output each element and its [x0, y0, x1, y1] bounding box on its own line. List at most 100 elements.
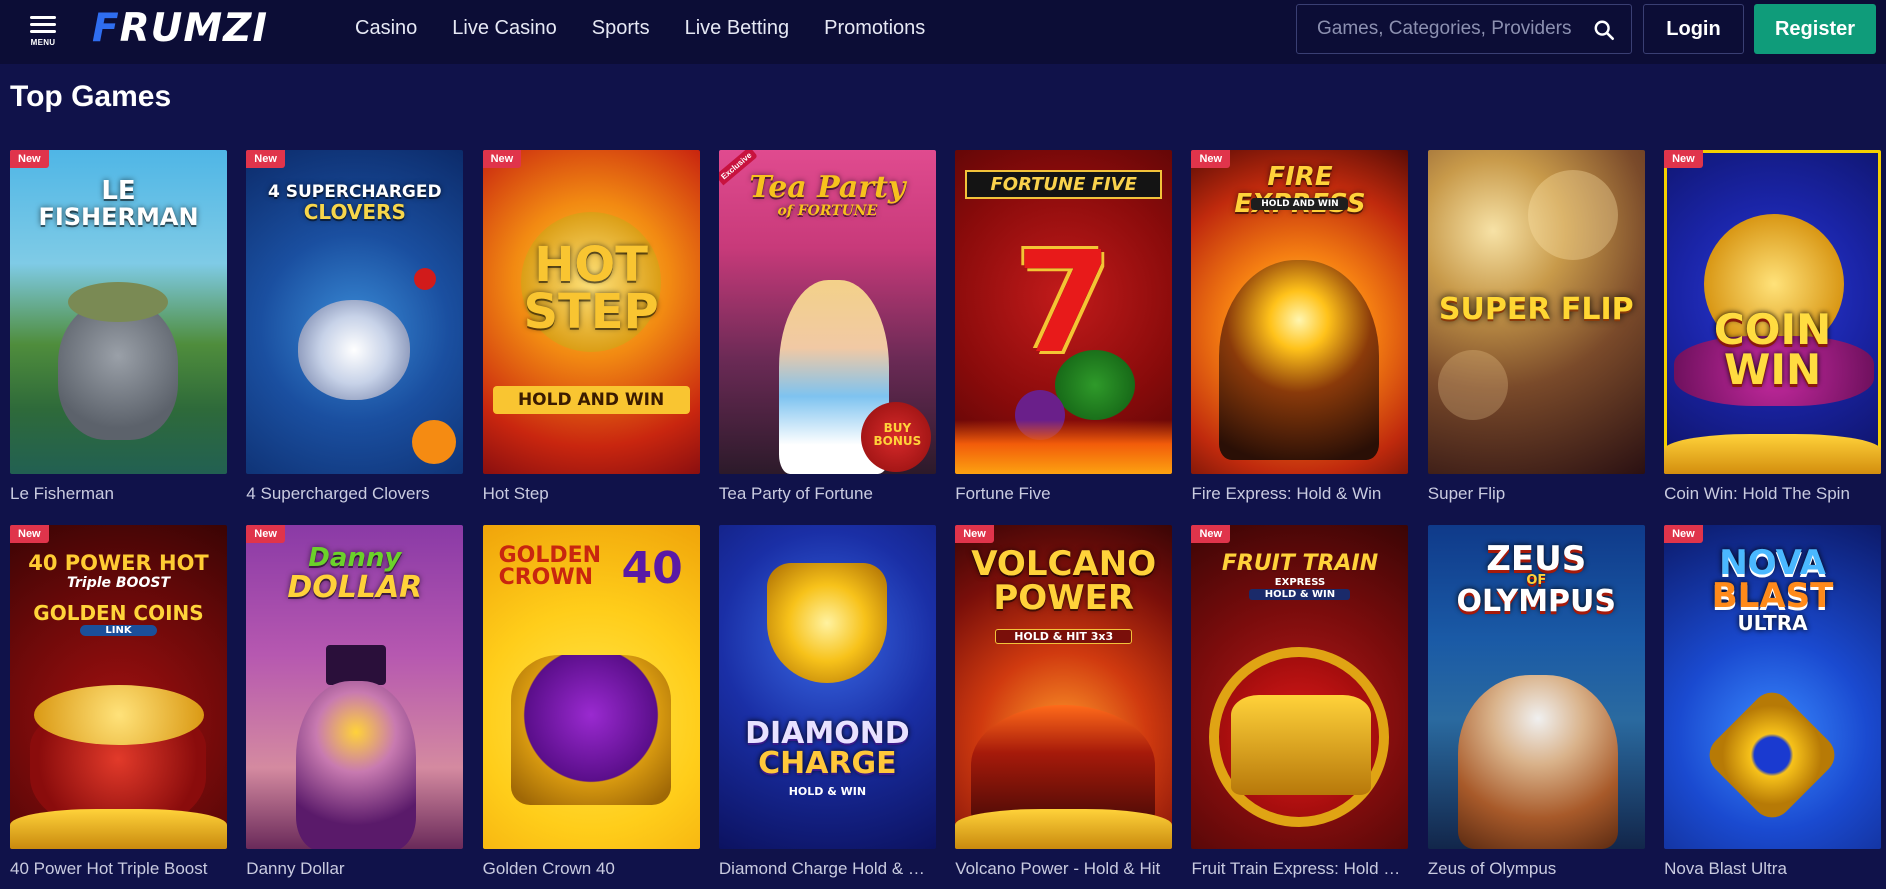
hat-icon	[68, 282, 168, 322]
logo-text: RUMZI	[119, 6, 268, 51]
login-button[interactable]: Login	[1643, 4, 1744, 54]
game-thumbnail[interactable]: New Danny DOLLAR	[246, 525, 464, 849]
game-name[interactable]: Tea Party of Fortune	[719, 484, 936, 504]
game-thumbnail[interactable]: FORTUNE FIVE 7	[955, 150, 1173, 474]
game-name[interactable]: Le Fisherman	[10, 484, 227, 504]
main-nav: Casino Live Casino Sports Live Betting P…	[355, 0, 960, 56]
game-thumbnail[interactable]: New NOVA BLAST ULTRA	[1664, 525, 1882, 849]
thumb-text: STEP	[523, 284, 659, 341]
game-card-le-fisherman[interactable]: New LE FISHERMAN Le Fisherman	[10, 150, 227, 507]
frumzi-logo[interactable]: FRUMZI	[92, 7, 268, 51]
game-thumbnail[interactable]: New 4 SUPERCHARGED CLOVERS	[246, 150, 464, 474]
game-name[interactable]: Danny Dollar	[246, 859, 463, 879]
thumbnail-title: LE FISHERMAN	[16, 176, 221, 230]
nav-casino[interactable]: Casino	[355, 17, 417, 40]
game-name[interactable]: Volcano Power - Hold & Hit	[955, 859, 1172, 879]
train-locomotive-icon	[1219, 260, 1380, 460]
game-name[interactable]: Fruit Train Express: Hold & Win	[1191, 859, 1408, 879]
thumb-text: ULTRA	[1737, 610, 1808, 635]
register-button[interactable]: Register	[1754, 4, 1876, 54]
nav-sports[interactable]: Sports	[592, 17, 650, 40]
thumbnail-subtitle: HOLD AND WIN	[492, 386, 690, 414]
game-name[interactable]: Golden Crown 40	[483, 859, 700, 879]
top-header: MENU FRUMZI Casino Live Casino Sports Li…	[0, 0, 1886, 64]
coin-pile-icon	[1664, 434, 1882, 474]
volcano-icon	[971, 705, 1156, 825]
thumb-text: HOT	[534, 237, 648, 293]
thumb-text: VOLCANO	[971, 544, 1157, 584]
train-icon	[1231, 695, 1372, 795]
nav-live-casino[interactable]: Live Casino	[452, 17, 557, 40]
zeus-character-icon	[1457, 675, 1618, 849]
crown-icon	[510, 655, 671, 805]
thumb-text: WIN	[1724, 344, 1822, 394]
thumb-text: BLAST	[1711, 576, 1834, 617]
game-thumbnail[interactable]: ZEUS OF OLYMPUS	[1427, 525, 1645, 849]
game-thumbnail[interactable]: New 40 POWER HOT Triple BOOST GOLDEN COI…	[10, 525, 227, 849]
coin-pile-icon	[10, 809, 227, 849]
game-name[interactable]: Fortune Five	[955, 484, 1172, 504]
game-name[interactable]: Fire Express: Hold & Win	[1191, 484, 1408, 504]
game-thumbnail[interactable]: New LE FISHERMAN	[10, 150, 227, 474]
thumbnail-title: Tea Party of FORTUNE	[725, 172, 930, 218]
game-thumbnail[interactable]: New FRUIT TRAIN EXPRESS HOLD & WIN	[1191, 525, 1409, 849]
new-badge: New	[1191, 150, 1231, 168]
game-name[interactable]: Hot Step	[483, 484, 700, 504]
menu-button[interactable]: MENU	[28, 16, 58, 48]
game-thumbnail[interactable]: New HOT STEP HOLD AND WIN	[482, 150, 700, 474]
search-icon[interactable]	[1593, 19, 1615, 41]
game-name[interactable]: Diamond Charge Hold & Win	[719, 859, 936, 879]
game-card-fortune-five[interactable]: FORTUNE FIVE 7 Fortune Five	[955, 150, 1173, 507]
nav-promotions[interactable]: Promotions	[824, 17, 925, 40]
search-input[interactable]	[1317, 18, 1585, 40]
game-name[interactable]: 4 Supercharged Clovers	[246, 484, 463, 504]
game-card-coin-win[interactable]: New COIN WIN Coin Win: Hold The Spin	[1664, 150, 1882, 507]
game-name[interactable]: Zeus of Olympus	[1428, 859, 1645, 879]
game-card-golden-crown-40[interactable]: GOLDEN CROWN 40 Golden Crown 40	[482, 525, 700, 882]
thumbnail-title: FIRE EXPRESS	[1197, 163, 1402, 219]
game-card-super-flip[interactable]: SUPER FLIP Super Flip	[1427, 150, 1645, 507]
game-name[interactable]: 40 Power Hot Triple Boost	[10, 859, 227, 879]
coin-pile-icon	[34, 685, 204, 745]
game-thumbnail[interactable]: New VOLCANO POWER HOLD & HIT 3x3	[955, 525, 1173, 849]
games-grid: New LE FISHERMAN Le Fisherman New 4 SUPE…	[10, 150, 1886, 882]
game-thumbnail[interactable]: SUPER FLIP	[1427, 150, 1645, 474]
cherry-icon	[414, 268, 437, 290]
game-card-hot-step[interactable]: New HOT STEP HOLD AND WIN Hot Step	[482, 150, 700, 507]
bokeh-light-icon	[1437, 350, 1508, 420]
bokeh-light-icon	[1527, 170, 1618, 260]
diamond-icon	[766, 563, 887, 683]
game-card-tea-party-of-fortune[interactable]: Exclusive Tea Party of FORTUNE BUY BONUS…	[718, 150, 936, 507]
new-badge: New	[246, 525, 285, 543]
game-thumbnail[interactable]: DIAMOND CHARGE HOLD & WIN	[718, 525, 936, 849]
thumbnail-subtitle: Triple BOOST	[66, 575, 170, 591]
game-card-danny-dollar[interactable]: New Danny DOLLAR Danny Dollar	[246, 525, 464, 882]
thumbnail-subtitle: EXPRESS	[1274, 577, 1326, 588]
thumb-text: LE	[101, 176, 136, 206]
new-badge: New	[1664, 150, 1703, 168]
game-card-diamond-charge[interactable]: DIAMOND CHARGE HOLD & WIN Diamond Charge…	[718, 525, 936, 882]
game-thumbnail-selected[interactable]: New COIN WIN	[1664, 150, 1882, 474]
game-thumbnail[interactable]: New FIRE EXPRESS HOLD AND WIN	[1191, 150, 1409, 474]
thumb-text: CLOVERS	[303, 199, 406, 224]
game-card-volcano-power[interactable]: New VOLCANO POWER HOLD & HIT 3x3 Volcano…	[955, 525, 1173, 882]
game-card-4-supercharged-clovers[interactable]: New 4 SUPERCHARGED CLOVERS 4 Supercharge…	[246, 150, 464, 507]
danny-character-icon	[296, 681, 417, 849]
game-card-fruit-train-express[interactable]: New FRUIT TRAIN EXPRESS HOLD & WIN Fruit…	[1191, 525, 1409, 882]
nav-live-betting[interactable]: Live Betting	[685, 17, 790, 40]
game-card-nova-blast-ultra[interactable]: New NOVA BLAST ULTRA Nova Blast Ultra	[1664, 525, 1882, 882]
game-thumbnail[interactable]: Exclusive Tea Party of FORTUNE BUY BONUS	[718, 150, 936, 474]
game-card-zeus-of-olympus[interactable]: ZEUS OF OLYMPUS Zeus of Olympus	[1427, 525, 1645, 882]
thumb-text: CROWN	[498, 565, 594, 590]
game-thumbnail[interactable]: GOLDEN CROWN 40	[482, 525, 700, 849]
orange-icon	[412, 420, 457, 464]
game-card-40-power-hot[interactable]: New 40 POWER HOT Triple BOOST GOLDEN COI…	[10, 525, 227, 882]
game-card-fire-express[interactable]: New FIRE EXPRESS HOLD AND WIN Fire Expre…	[1191, 150, 1409, 507]
game-name[interactable]: Nova Blast Ultra	[1664, 859, 1881, 879]
game-name[interactable]: Super Flip	[1428, 484, 1645, 504]
thumb-text: of FORTUNE	[777, 202, 878, 219]
thumbnail-title: Danny DOLLAR	[252, 544, 457, 604]
thumb-text: OLYMPUS	[1456, 583, 1617, 619]
game-name[interactable]: Coin Win: Hold The Spin	[1664, 484, 1881, 504]
thumbnail-subtitle: BUY BONUS	[873, 421, 922, 449]
